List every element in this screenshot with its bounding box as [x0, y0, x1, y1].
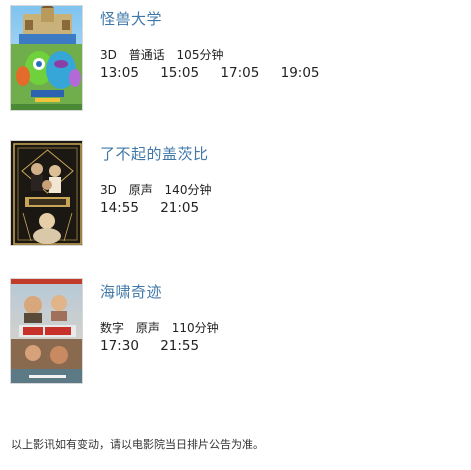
- movie-item[interactable]: 了不起的盖茨比 3D 原声 140分钟 14:55 21:05: [0, 140, 471, 252]
- movie-duration: 110分钟: [171, 321, 219, 335]
- movie-meta: 数字 原声 110分钟: [100, 319, 227, 336]
- movie-poster[interactable]: [10, 278, 83, 384]
- showtimes-list: 13:05 15:05 17:05 19:05: [100, 65, 337, 81]
- showtime[interactable]: 15:05: [160, 65, 199, 81]
- movie-meta: 3D 原声 140分钟: [100, 181, 219, 198]
- showtime[interactable]: 21:55: [160, 338, 199, 354]
- showtimes-list: 14:55 21:05: [100, 200, 216, 216]
- movie-format: 3D: [100, 183, 117, 197]
- showtime[interactable]: 19:05: [281, 65, 320, 81]
- movie-item[interactable]: 海啸奇迹 数字 原声 110分钟 17:30 21:55: [0, 278, 471, 390]
- movie-title[interactable]: 海啸奇迹: [100, 281, 162, 302]
- poster-image: [11, 6, 82, 110]
- movie-meta: 3D 普通话 105分钟: [100, 46, 231, 63]
- showtime[interactable]: 14:55: [100, 200, 139, 216]
- movie-title[interactable]: 怪兽大学: [100, 8, 162, 29]
- showtime[interactable]: 13:05: [100, 65, 139, 81]
- poster-image: [11, 141, 82, 245]
- poster-image: [11, 279, 82, 383]
- movie-poster[interactable]: [10, 140, 83, 246]
- showtime[interactable]: 17:05: [220, 65, 259, 81]
- showtime[interactable]: 17:30: [100, 338, 139, 354]
- movie-duration: 105分钟: [176, 48, 224, 62]
- showtime[interactable]: 21:05: [160, 200, 199, 216]
- movie-language: 普通话: [128, 48, 165, 62]
- movie-poster[interactable]: [10, 5, 83, 111]
- movie-format: 3D: [100, 48, 117, 62]
- movie-title[interactable]: 了不起的盖茨比: [100, 143, 209, 164]
- movie-format: 数字: [100, 321, 125, 335]
- movie-language: 原声: [135, 321, 160, 335]
- footer-notice: 以上影讯如有变动，请以电影院当日排片公告为准。: [11, 438, 264, 451]
- movie-item[interactable]: 怪兽大学 3D 普通话 105分钟 13:05 15:05 17:05 19:0…: [0, 5, 471, 117]
- showtimes-list: 17:30 21:55: [100, 338, 216, 354]
- movie-duration: 140分钟: [164, 183, 212, 197]
- movie-language: 原声: [128, 183, 153, 197]
